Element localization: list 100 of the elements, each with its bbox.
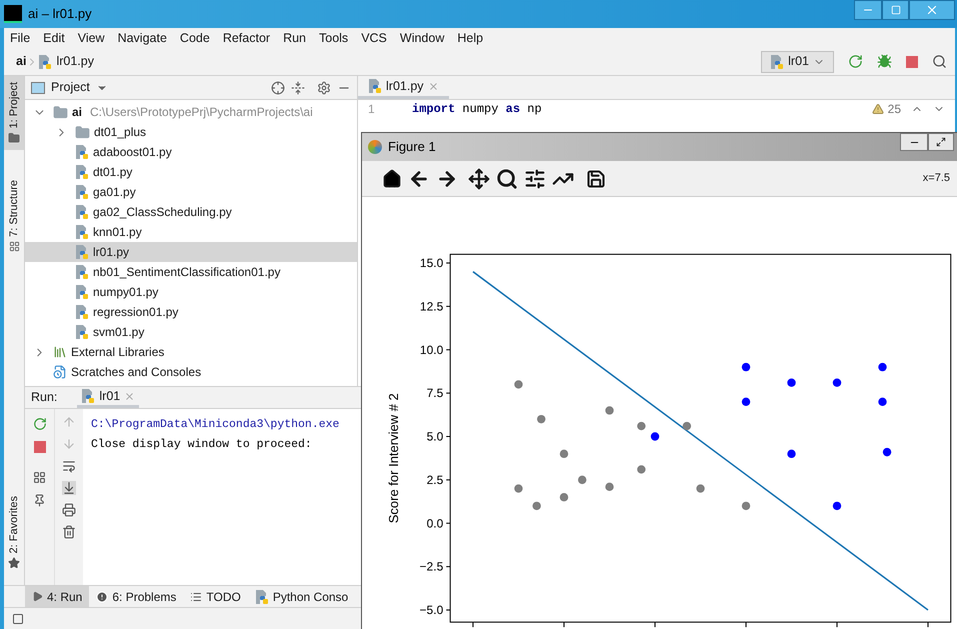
menu-item[interactable]: Help bbox=[457, 28, 484, 48]
tree-item[interactable]: regression01.py bbox=[25, 302, 357, 322]
figure-title: Figure 1 bbox=[388, 138, 436, 156]
tree-item[interactable]: dt01.py bbox=[25, 162, 357, 182]
y-tick: 2.5 bbox=[426, 472, 451, 487]
panel-title[interactable]: Project bbox=[51, 78, 90, 97]
tool-tab[interactable]: 4: Run bbox=[25, 586, 90, 607]
close-icon bbox=[925, 3, 939, 17]
tree-item[interactable]: lr01.py bbox=[25, 242, 357, 262]
data-point bbox=[742, 362, 750, 372]
tool-window-tab[interactable]: 1: Project bbox=[4, 76, 24, 150]
python-file-icon bbox=[75, 304, 89, 320]
folder-icon bbox=[75, 124, 90, 140]
y-tick: 15.0 bbox=[420, 256, 451, 270]
y-tick: 5.0 bbox=[426, 430, 451, 444]
tree-item[interactable]: dt01_plus bbox=[25, 122, 357, 142]
tree-item[interactable]: External Libraries bbox=[25, 342, 357, 362]
data-point bbox=[514, 484, 523, 493]
run-config-dropdown[interactable]: lr01 bbox=[761, 50, 834, 72]
trash-icon[interactable] bbox=[62, 525, 76, 539]
close-button[interactable] bbox=[909, 0, 955, 20]
tool-tab[interactable]: TODO bbox=[183, 586, 248, 607]
tree-item[interactable]: svm01.py bbox=[25, 322, 357, 342]
data-point bbox=[650, 432, 660, 441]
x-tick bbox=[472, 622, 474, 628]
layout-icon[interactable] bbox=[33, 471, 46, 484]
breadcrumb-item[interactable]: lr01.py bbox=[56, 52, 94, 71]
menu-item[interactable]: VCS bbox=[361, 28, 387, 48]
tree-item[interactable]: numpy01.py bbox=[25, 282, 357, 302]
menu-item[interactable]: Window bbox=[400, 28, 444, 48]
zoom-icon[interactable] bbox=[496, 168, 518, 190]
data-point bbox=[832, 378, 842, 387]
menu-item[interactable]: Refactor bbox=[222, 28, 270, 48]
maximize-button[interactable] bbox=[882, 0, 909, 20]
search-icon[interactable] bbox=[932, 54, 947, 69]
settings-icon[interactable] bbox=[317, 80, 331, 94]
minimize-button[interactable] bbox=[900, 133, 928, 151]
print-icon[interactable] bbox=[62, 503, 76, 517]
python-file-icon bbox=[368, 78, 382, 94]
menu-item[interactable]: Tools bbox=[319, 28, 348, 48]
rerun-icon[interactable] bbox=[32, 417, 46, 431]
tree-item[interactable]: ga01.py bbox=[25, 182, 357, 202]
tool-window-tab[interactable]: 2: Favorites bbox=[4, 490, 24, 575]
maximize-button[interactable] bbox=[928, 133, 954, 151]
tool-tab[interactable]: 6: Problems bbox=[89, 586, 184, 607]
data-point bbox=[832, 502, 842, 510]
breadcrumb-item[interactable]: ai bbox=[16, 52, 26, 71]
editor-tab[interactable]: lr01.py bbox=[358, 76, 449, 99]
tool-window-tab[interactable]: 7: Structure bbox=[4, 174, 24, 258]
menu-item[interactable]: Edit bbox=[43, 28, 65, 48]
stop-icon[interactable] bbox=[34, 441, 46, 453]
tree-item[interactable]: adaboost01.py bbox=[25, 142, 357, 162]
data-point bbox=[532, 502, 541, 510]
tree-item[interactable]: ga02_ClassScheduling.py bbox=[25, 202, 357, 222]
sliders-icon[interactable] bbox=[524, 168, 546, 190]
line-number: 1 bbox=[367, 101, 376, 118]
menu-item[interactable]: Navigate bbox=[118, 28, 167, 48]
data-point bbox=[878, 398, 887, 406]
pin-icon[interactable] bbox=[33, 494, 46, 507]
tree-item[interactable]: nb01_SentimentClassification01.py bbox=[25, 262, 357, 282]
data-point bbox=[742, 398, 750, 406]
data-point bbox=[742, 502, 750, 510]
python-file-icon bbox=[75, 144, 89, 160]
menu-item[interactable]: Run bbox=[283, 28, 306, 48]
tree-item[interactable]: knn01.py bbox=[25, 222, 357, 242]
star-icon bbox=[8, 557, 20, 569]
menu-item[interactable]: File bbox=[10, 28, 30, 48]
maximize-icon bbox=[890, 5, 900, 15]
data-point bbox=[560, 493, 568, 502]
data-point bbox=[537, 414, 546, 424]
y-tick: −5.0 bbox=[420, 603, 451, 617]
data-point bbox=[605, 482, 614, 492]
run-label: Run: bbox=[31, 389, 58, 406]
data-point bbox=[878, 362, 887, 372]
scroll-end-icon[interactable] bbox=[62, 481, 76, 495]
data-point bbox=[787, 378, 796, 387]
menu-item[interactable]: Code bbox=[180, 28, 210, 48]
save-icon[interactable] bbox=[586, 168, 606, 188]
status-icon[interactable] bbox=[12, 612, 24, 624]
collapse-icon[interactable] bbox=[291, 80, 305, 94]
pan-icon[interactable] bbox=[468, 168, 490, 190]
locate-icon[interactable] bbox=[271, 80, 285, 94]
bug-icon[interactable] bbox=[877, 54, 892, 69]
stop-icon[interactable] bbox=[906, 56, 918, 68]
maximize-icon bbox=[936, 137, 946, 147]
warning-count[interactable]: 25 bbox=[888, 100, 901, 118]
cursor-coordinates: x=7.5 bbox=[922, 171, 950, 186]
library-icon bbox=[53, 345, 67, 359]
y-tick: 10.0 bbox=[420, 342, 451, 357]
python-file-icon bbox=[75, 284, 89, 300]
rerun-icon[interactable] bbox=[848, 54, 863, 69]
wrap-icon[interactable] bbox=[62, 459, 76, 473]
data-point bbox=[637, 422, 646, 430]
structure-icon bbox=[8, 241, 20, 252]
python-file-icon bbox=[38, 54, 52, 70]
menu-item[interactable]: View bbox=[78, 28, 105, 48]
home-icon[interactable] bbox=[382, 168, 402, 188]
tool-tab[interactable]: Python Conso bbox=[248, 586, 356, 607]
tree-item[interactable]: ai C:\Users\PrototypePrj\PycharmProjects\ai bbox=[25, 102, 357, 122]
tree-item[interactable]: Scratches and Consoles bbox=[25, 362, 357, 382]
